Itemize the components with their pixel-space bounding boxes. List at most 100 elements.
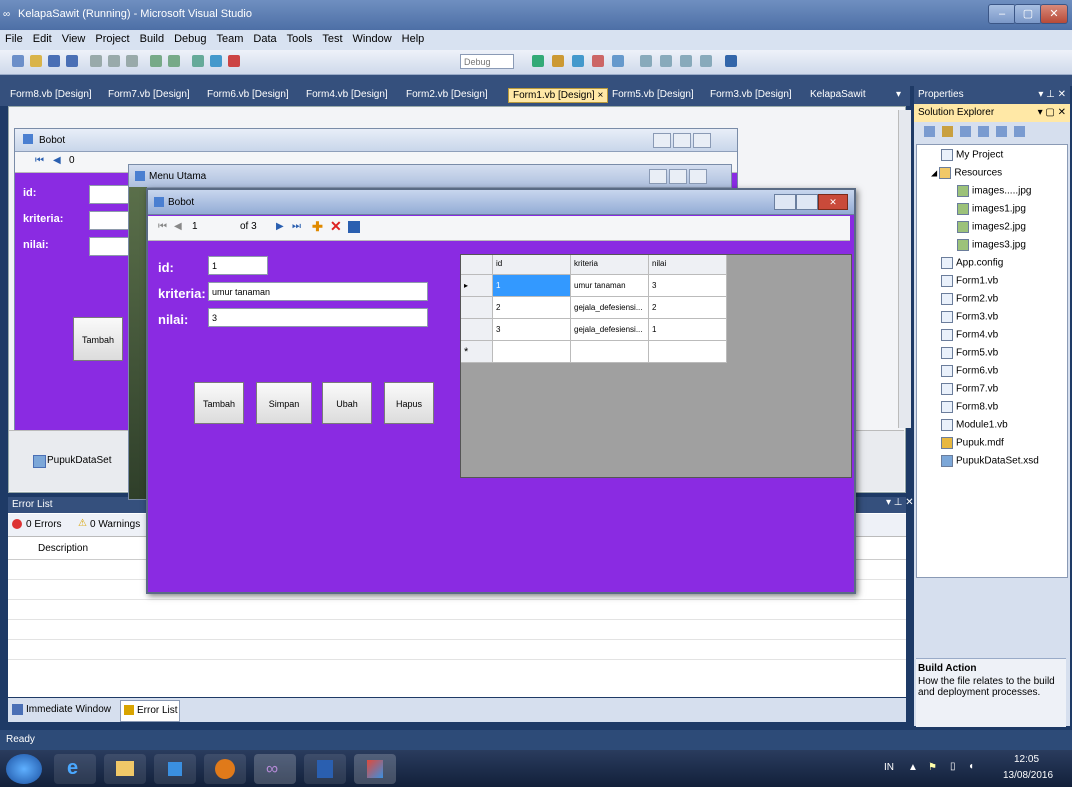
properties-pin-icon[interactable]: ▾ ⊥ ✕ — [1038, 86, 1070, 104]
tree-item[interactable]: Form7.vb — [941, 383, 998, 395]
simpan-button[interactable]: Simpan — [256, 382, 312, 424]
kriteria-field[interactable]: umur tanaman — [208, 282, 428, 301]
nav-first-icon[interactable]: ⏮ — [35, 155, 44, 166]
tab-error-list[interactable]: Error List — [120, 700, 180, 722]
nilai-field[interactable]: 3 — [208, 308, 428, 327]
close-button[interactable]: ✕ — [1040, 4, 1068, 24]
menu-debug[interactable]: Debug — [169, 30, 211, 45]
tree-item[interactable]: images.....jpg — [957, 185, 1031, 197]
se-view-designer-icon[interactable] — [996, 126, 1007, 137]
tree-item[interactable]: images3.jpg — [957, 239, 1026, 251]
tree-item[interactable]: Form8.vb — [941, 401, 998, 413]
tab-kelapasawit[interactable]: KelapaSawit — [810, 89, 866, 100]
find-icon[interactable] — [532, 55, 544, 67]
tambah-button[interactable]: Tambah — [194, 382, 244, 424]
row-header[interactable] — [461, 297, 493, 319]
toolbox-icon[interactable] — [592, 55, 604, 67]
hapus-button[interactable]: Hapus — [384, 382, 434, 424]
grid-column-header[interactable]: nilai — [649, 255, 727, 275]
menu-file[interactable]: File — [0, 30, 28, 45]
warnings-filter-button[interactable]: 0 Warnings — [90, 519, 140, 530]
se-view-code-icon[interactable] — [978, 126, 989, 137]
errors-filter-button[interactable]: 0 Errors — [26, 519, 62, 530]
bobot-maximize-button[interactable] — [796, 194, 818, 210]
tree-item[interactable]: Form4.vb — [941, 329, 998, 341]
grid-cell[interactable]: 2 — [493, 297, 571, 319]
nav-position[interactable]: 0 — [69, 155, 75, 166]
open-icon[interactable] — [30, 55, 42, 67]
tab-form3-design[interactable]: Form3.vb [Design] — [710, 89, 792, 100]
grid-cell[interactable]: umur tanaman — [571, 275, 649, 297]
word-icon[interactable] — [304, 754, 346, 784]
grid-cell[interactable]: 1 — [649, 319, 727, 341]
designer-tambah-button[interactable]: Tambah — [73, 317, 123, 361]
description-column-header[interactable]: Description — [38, 543, 88, 554]
menu-window[interactable]: Window — [348, 30, 397, 45]
menu-team[interactable]: Team — [212, 30, 249, 45]
new-row-header[interactable]: * — [461, 341, 493, 363]
tree-item[interactable]: My Project — [941, 149, 1003, 161]
start-icon[interactable] — [192, 55, 204, 67]
solution-explorer-pin-icon[interactable]: ▾ ▢ ✕ — [1038, 104, 1070, 122]
cut-icon[interactable] — [90, 55, 102, 67]
save-icon[interactable] — [48, 55, 60, 67]
visual-studio-taskbar-icon[interactable]: ∞ — [254, 754, 296, 784]
tree-item[interactable]: PupukDataSet.xsd — [941, 455, 1039, 467]
tree-item[interactable]: images2.jpg — [957, 221, 1026, 233]
tree-item[interactable]: Form6.vb — [941, 365, 998, 377]
minimize-button[interactable]: – — [988, 4, 1016, 24]
nav-delete-icon[interactable]: ✕ — [330, 218, 342, 235]
start-button[interactable] — [6, 754, 42, 784]
align-right-icon[interactable] — [680, 55, 692, 67]
menu-test[interactable]: Test — [317, 30, 347, 45]
solution-explorer-icon[interactable] — [552, 55, 564, 67]
align-left-icon[interactable] — [640, 55, 652, 67]
designer-id-field[interactable] — [89, 185, 129, 204]
action-center-icon[interactable]: ⚑ — [928, 762, 937, 773]
menu-tools[interactable]: Tools — [282, 30, 318, 45]
nav-first-icon[interactable]: ⏮ — [158, 221, 167, 232]
bobot-close-button[interactable]: ✕ — [818, 194, 848, 210]
new-project-icon[interactable] — [12, 55, 24, 67]
align-center-icon[interactable] — [660, 55, 672, 67]
properties-icon[interactable] — [572, 55, 584, 67]
tab-close-icon[interactable]: × — [597, 90, 603, 101]
error-list-pin-icon[interactable]: ▾ ⊥ ✕ — [886, 497, 914, 508]
grid-cell[interactable]: 1 — [493, 275, 571, 297]
tab-immediate-window[interactable]: Immediate Window — [26, 704, 111, 715]
menu-edit[interactable]: Edit — [28, 30, 57, 45]
nav-add-icon[interactable]: ✚ — [312, 219, 323, 235]
tree-item[interactable]: Pupuk.mdf — [941, 437, 1004, 449]
firefox-icon[interactable] — [204, 754, 246, 784]
tab-form2-design[interactable]: Form2.vb [Design] — [406, 89, 488, 100]
pupukdataset-component[interactable]: PupukDataSet — [47, 455, 112, 466]
tree-item[interactable]: images1.jpg — [957, 203, 1026, 215]
language-indicator[interactable]: IN — [884, 762, 894, 773]
bobot-datagrid[interactable]: id kriteria nilai ▸ 1 umur tanaman 3 2 g… — [460, 254, 852, 478]
redo-icon[interactable] — [168, 55, 180, 67]
grid-new-cell[interactable] — [649, 341, 727, 363]
paste-icon[interactable] — [126, 55, 138, 67]
grid-column-header[interactable]: kriteria — [571, 255, 649, 275]
stop-icon[interactable] — [228, 55, 240, 67]
row-header-current[interactable]: ▸ — [461, 275, 493, 297]
tree-item[interactable]: Form5.vb — [941, 347, 998, 359]
tree-item[interactable]: Form3.vb — [941, 311, 998, 323]
volume-icon[interactable]: ◖ — [968, 761, 974, 772]
ubah-button[interactable]: Ubah — [322, 382, 372, 424]
nav-prev-icon[interactable]: ◀ — [53, 155, 61, 166]
tab-form5-design[interactable]: Form5.vb [Design] — [612, 89, 694, 100]
grid-new-cell[interactable] — [571, 341, 649, 363]
menu-view[interactable]: View — [57, 30, 91, 45]
menu-data[interactable]: Data — [248, 30, 281, 45]
grid-cell[interactable]: 3 — [649, 275, 727, 297]
internet-explorer-icon[interactable]: e — [54, 754, 96, 784]
object-browser-icon[interactable] — [612, 55, 624, 67]
designer-scrollbar[interactable] — [898, 110, 911, 428]
layout-icon[interactable] — [700, 55, 712, 67]
configuration-select[interactable]: Debug — [460, 54, 514, 69]
row-header[interactable] — [461, 319, 493, 341]
nav-next-icon[interactable]: ▶ — [276, 221, 284, 232]
nav-last-icon[interactable]: ⏭ — [292, 221, 301, 232]
file-explorer-icon[interactable] — [104, 754, 146, 784]
